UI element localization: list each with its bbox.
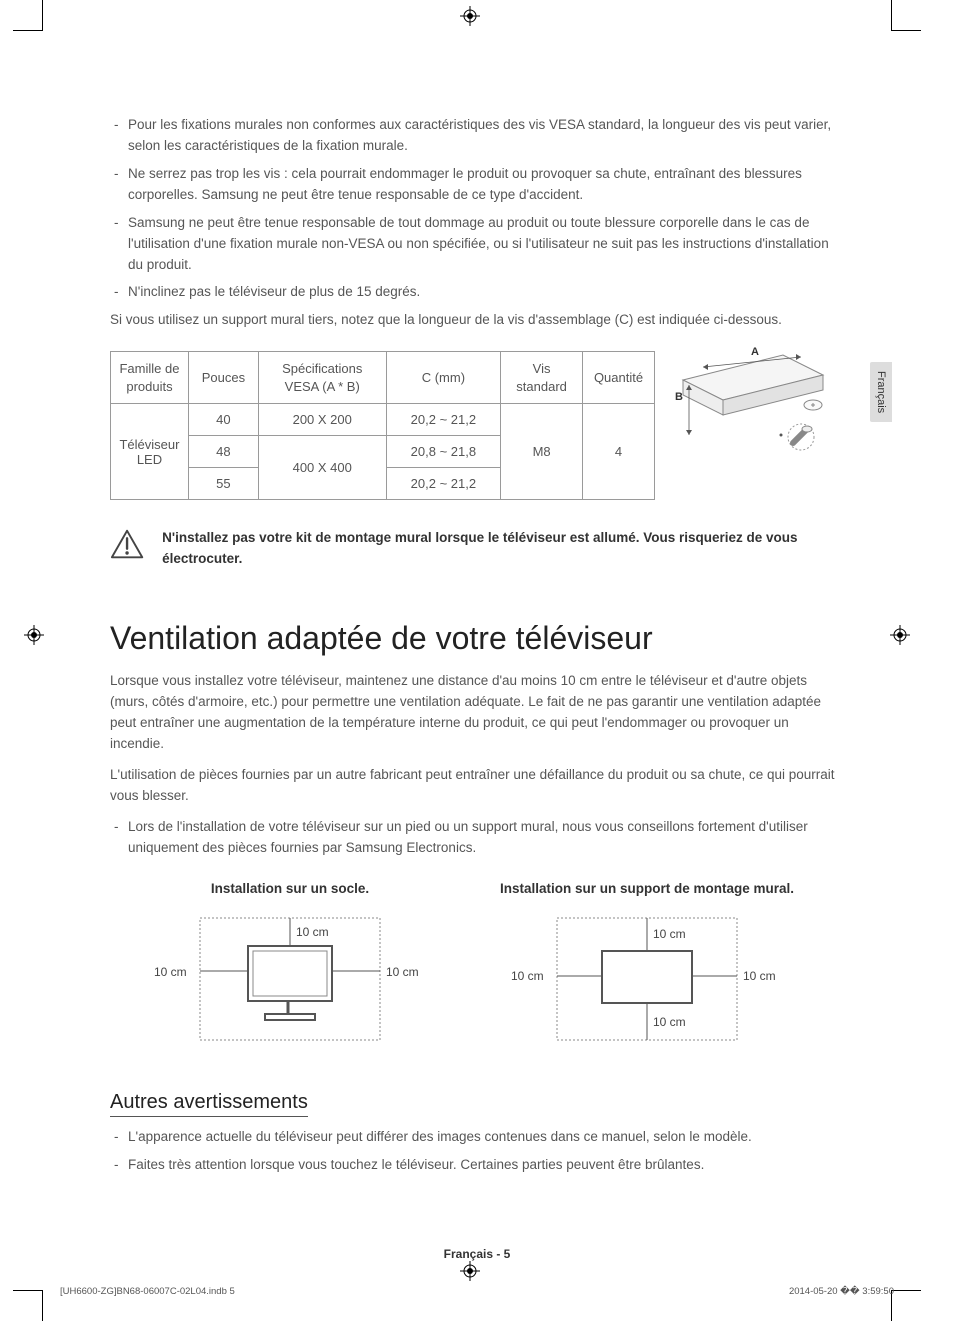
td-inches: 40: [188, 404, 258, 436]
th-vesa: Spécifications VESA (A * B): [258, 352, 386, 404]
crop-mark: [891, 30, 921, 31]
installation-diagrams: Installation sur un socle. 10 cm 10 cm 1…: [110, 881, 844, 1051]
install-wall-title: Installation sur un support de montage m…: [500, 881, 794, 896]
th-qty: Quantité: [583, 352, 655, 404]
th-inches: Pouces: [188, 352, 258, 404]
list-item: N'inclinez pas le téléviseur de plus de …: [110, 282, 844, 303]
crop-mark: [13, 1290, 43, 1291]
install-wall-diagram-icon: 10 cm 10 cm 10 cm 10 cm: [507, 906, 787, 1046]
th-c: C (mm): [386, 352, 501, 404]
list-item: Samsung ne peut être tenue responsable d…: [110, 213, 844, 276]
body-paragraph: L'utilisation de pièces fournies par un …: [110, 765, 844, 807]
crop-mark: [13, 30, 43, 31]
td-c: 20,2 ~ 21,2: [386, 404, 501, 436]
crop-mark: [891, 1290, 921, 1291]
top-bullets: Pour les fixations murales non conformes…: [110, 115, 844, 303]
file-footer-left: [UH6600-ZG]BN68-06007C-02L04.indb 5: [60, 1286, 235, 1297]
td-inches: 55: [188, 468, 258, 500]
registration-mark-icon: [460, 1261, 480, 1281]
distance-label: 10 cm: [296, 925, 329, 939]
diagram-label-a: A: [751, 346, 759, 358]
td-family: Téléviseur LED: [111, 404, 189, 500]
td-c: 20,8 ~ 21,8: [386, 436, 501, 468]
td-vesa: 200 X 200: [258, 404, 386, 436]
crop-mark: [42, 1291, 43, 1321]
ventilation-bullets: Lors de l'installation de votre télévise…: [110, 817, 844, 859]
registration-mark-icon: [24, 625, 44, 645]
spec-table: Famille de produits Pouces Spécification…: [110, 351, 655, 500]
td-screw: M8: [501, 404, 583, 500]
distance-label: 10 cm: [154, 965, 187, 979]
distance-label: 10 cm: [511, 969, 544, 983]
install-stand-title: Installation sur un socle.: [150, 881, 430, 896]
td-inches: 48: [188, 436, 258, 468]
th-screw: Vis standard: [501, 352, 583, 404]
warning-icon: [110, 528, 144, 560]
vesa-diagram-icon: A B: [673, 345, 833, 465]
td-vesa: 400 X 400: [258, 436, 386, 500]
list-item: L'apparence actuelle du téléviseur peut …: [110, 1127, 844, 1148]
install-stand-diagram-icon: 10 cm 10 cm 10 cm: [150, 906, 430, 1046]
body-paragraph: Lorsque vous installez votre téléviseur,…: [110, 671, 844, 755]
list-item: Faites très attention lorsque vous touch…: [110, 1155, 844, 1176]
diagram-label-b: B: [675, 391, 683, 403]
file-footer: [UH6600-ZG]BN68-06007C-02L04.indb 5 2014…: [60, 1286, 894, 1297]
page-content: Pour les fixations murales non conformes…: [0, 0, 954, 1242]
distance-label: 10 cm: [386, 965, 419, 979]
language-tab: Français: [870, 362, 892, 422]
list-item: Pour les fixations murales non conformes…: [110, 115, 844, 157]
distance-label: 10 cm: [743, 969, 776, 983]
page-footer: Français - 5: [0, 1247, 954, 1261]
distance-label: 10 cm: [653, 927, 686, 941]
crop-mark: [42, 0, 43, 30]
td-c: 20,2 ~ 21,2: [386, 468, 501, 500]
distance-label: 10 cm: [653, 1015, 686, 1029]
registration-mark-icon: [460, 6, 480, 26]
warning-text: N'installez pas votre kit de montage mur…: [162, 528, 844, 570]
file-footer-right: 2014-05-20 �� 3:59:50: [789, 1286, 894, 1297]
list-item: Ne serrez pas trop les vis : cela pourra…: [110, 164, 844, 206]
registration-mark-icon: [890, 625, 910, 645]
other-warnings-list: L'apparence actuelle du téléviseur peut …: [110, 1127, 844, 1176]
other-warnings-title: Autres avertissements: [110, 1091, 308, 1117]
th-family: Famille de produits: [111, 352, 189, 404]
td-qty: 4: [583, 404, 655, 500]
list-item: Lors de l'installation de votre télévise…: [110, 817, 844, 859]
crop-mark: [891, 0, 892, 30]
section-title: Ventilation adaptée de votre téléviseur: [110, 620, 844, 657]
intro-text: Si vous utilisez un support mural tiers,…: [110, 310, 844, 331]
